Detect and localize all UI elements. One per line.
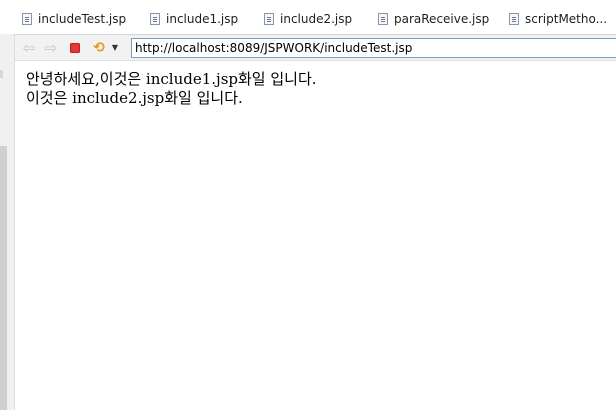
tab-include-test[interactable]: includeTest.jsp — [22, 9, 126, 29]
jsp-file-icon — [509, 13, 519, 25]
tab-para-receive[interactable]: paraReceive.jsp — [378, 9, 489, 29]
tab-script-method[interactable]: scriptMetho... — [509, 9, 607, 29]
url-input[interactable]: http://localhost:8089/JSPWORK/includeTes… — [131, 38, 616, 58]
tab-label: paraReceive.jsp — [394, 12, 490, 26]
tab-label: includeTest.jsp — [38, 12, 127, 26]
left-gutter — [0, 34, 15, 410]
refresh-icon[interactable]: ⟲ — [89, 38, 109, 58]
tab-label: include1.jsp — [166, 12, 239, 26]
jsp-file-icon — [264, 13, 274, 25]
jsp-file-icon — [150, 13, 160, 25]
tab-include1[interactable]: include1.jsp — [150, 9, 238, 29]
forward-arrow-icon[interactable]: ⇨ — [41, 38, 61, 58]
tab-label: scriptMetho... — [525, 12, 608, 26]
browser-view: includeTest.jsp include1.jsp include2.js… — [0, 0, 616, 410]
tab-label: include2.jsp — [280, 12, 353, 26]
side-scrollbar[interactable] — [0, 146, 7, 410]
jsp-file-icon — [22, 13, 32, 25]
editor-tab-bar: includeTest.jsp include1.jsp include2.js… — [0, 0, 616, 35]
browser-toolbar: ⇦ ⇨ ⟲ ▼ http://localhost:8089/JSPWORK/in… — [15, 35, 616, 61]
content-line-1: 안녕하세요,이것은 include1.jsp화일 입니다. — [26, 70, 317, 88]
content-line-2: 이것은 include2.jsp화일 입니다. — [26, 89, 243, 107]
back-arrow-icon[interactable]: ⇦ — [19, 38, 39, 58]
chevron-down-icon[interactable]: ▼ — [109, 38, 121, 58]
tab-include2[interactable]: include2.jsp — [264, 9, 352, 29]
stop-square — [70, 43, 80, 53]
stop-icon[interactable] — [65, 38, 85, 58]
gutter-marker — [0, 70, 3, 78]
jsp-file-icon — [378, 13, 388, 25]
page-content: 안녕하세요,이것은 include1.jsp화일 입니다. 이것은 includ… — [26, 70, 606, 108]
